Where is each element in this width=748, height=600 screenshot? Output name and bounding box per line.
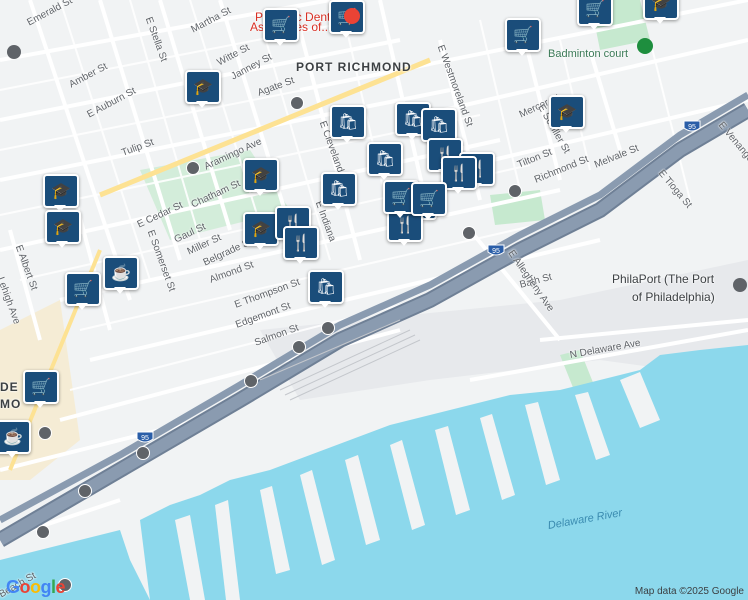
transit-stop-icon[interactable] xyxy=(78,484,92,498)
poi-dot-icon[interactable] xyxy=(7,45,21,59)
map-marker[interactable]: ☕ xyxy=(103,256,139,294)
marker-tail xyxy=(332,203,344,210)
map-label: of Philadelphia) xyxy=(632,290,715,304)
marker-tail xyxy=(114,287,126,294)
transit-stop-icon[interactable] xyxy=(36,525,50,539)
transit-stop-icon[interactable] xyxy=(38,426,52,440)
marker-tail xyxy=(560,126,572,133)
transit-stop-icon[interactable] xyxy=(462,226,476,240)
cart-icon: 🛒 xyxy=(65,272,101,306)
marker-tail xyxy=(398,239,410,246)
marker-tail xyxy=(516,49,528,56)
marker-tail xyxy=(294,257,306,264)
school-icon: 🎓 xyxy=(185,70,221,104)
map-marker[interactable]: 🎓 xyxy=(243,158,279,196)
transit-stop-icon[interactable] xyxy=(292,340,306,354)
marker-tail xyxy=(378,173,390,180)
transit-stop-icon[interactable] xyxy=(321,321,335,335)
map-label: DE xyxy=(0,380,19,394)
school-icon: 🎓 xyxy=(549,95,585,129)
park-pin-icon[interactable] xyxy=(637,38,653,54)
transit-stop-icon[interactable] xyxy=(136,446,150,460)
school-icon: 🎓 xyxy=(243,212,279,246)
port-info-icon[interactable] xyxy=(733,278,747,292)
dental-pin-icon[interactable] xyxy=(344,8,360,24)
google-logo: Google xyxy=(6,577,66,597)
marker-tail xyxy=(254,189,266,196)
map-label: MO xyxy=(0,397,22,411)
marker-tail xyxy=(422,213,434,220)
marker-tail xyxy=(56,241,68,248)
marker-tail xyxy=(34,401,46,408)
map-marker[interactable]: 🛒 xyxy=(577,0,613,30)
marker-tail xyxy=(6,451,18,458)
transit-stop-icon[interactable] xyxy=(244,374,258,388)
svg-text:95: 95 xyxy=(492,248,500,255)
map-marker[interactable]: 🛒 xyxy=(23,370,59,408)
map-marker[interactable]: 🛒 xyxy=(411,182,447,220)
map-marker[interactable]: 🎓 xyxy=(45,210,81,248)
marker-tail xyxy=(588,23,600,30)
marker-tail xyxy=(394,211,406,218)
cafe-icon: ☕ xyxy=(0,420,31,454)
interstate-95-shield-icon: 95 xyxy=(683,120,701,132)
shopping-bag-icon: 🛍 xyxy=(321,172,357,206)
map-marker[interactable]: 🛍 xyxy=(330,105,366,143)
transit-stop-icon[interactable] xyxy=(186,161,200,175)
marker-tail xyxy=(76,303,88,310)
marker-tail xyxy=(340,31,352,38)
marker-tail xyxy=(406,133,418,140)
marker-tail xyxy=(341,136,353,143)
interstate-95-shield-icon: 95 xyxy=(136,431,154,443)
map-canvas[interactable]: Emerald St Amber St E Auburn St Martha St E … xyxy=(0,0,748,600)
map-marker[interactable]: 🎓 xyxy=(185,70,221,108)
school-icon: 🎓 xyxy=(45,210,81,244)
marker-tail xyxy=(319,301,331,308)
transit-stop-icon[interactable] xyxy=(508,184,522,198)
map-marker[interactable]: 🍴 xyxy=(283,226,319,264)
map-marker[interactable]: 🛍 xyxy=(308,270,344,308)
map-marker[interactable]: 🎓 xyxy=(243,212,279,250)
map-marker[interactable]: 🎓 xyxy=(549,95,585,133)
cart-icon: 🛒 xyxy=(263,8,299,42)
cart-icon: 🛒 xyxy=(411,182,447,216)
shopping-bag-icon: 🛍 xyxy=(367,142,403,176)
shopping-bag-icon: 🛍 xyxy=(421,108,457,142)
restaurant-icon: 🍴 xyxy=(283,226,319,260)
svg-text:95: 95 xyxy=(141,435,149,442)
map-marker[interactable]: 🛒 xyxy=(505,18,541,56)
school-icon: 🎓 xyxy=(43,174,79,208)
marker-tail xyxy=(452,187,464,194)
map-attribution: Map data ©2025 Google xyxy=(634,586,744,597)
interstate-95-shield-icon: 95 xyxy=(487,244,505,256)
map-label: PhilaPort (The Port xyxy=(612,272,715,286)
shopping-bag-icon: 🛍 xyxy=(330,105,366,139)
svg-text:95: 95 xyxy=(688,124,696,131)
map-marker[interactable]: 🛍 xyxy=(321,172,357,210)
marker-tail xyxy=(274,39,286,46)
school-icon: 🎓 xyxy=(243,158,279,192)
map-label: Badminton court xyxy=(548,48,629,60)
map-label: PORT RICHMOND xyxy=(296,60,412,74)
cafe-icon: ☕ xyxy=(103,256,139,290)
map-marker[interactable]: 🛒 xyxy=(263,8,299,46)
map-marker[interactable]: ☕ xyxy=(0,420,31,458)
marker-tail xyxy=(654,17,666,24)
marker-tail xyxy=(196,101,208,108)
map-marker[interactable]: 🎓 xyxy=(643,0,679,24)
map-marker[interactable]: 🎓 xyxy=(43,174,79,212)
shopping-bag-icon: 🛍 xyxy=(308,270,344,304)
map-marker[interactable]: 🛒 xyxy=(65,272,101,310)
map-marker[interactable]: 🛍 xyxy=(367,142,403,180)
cart-icon: 🛒 xyxy=(23,370,59,404)
marker-tail xyxy=(254,243,266,250)
cart-icon: 🛒 xyxy=(505,18,541,52)
transit-stop-icon[interactable] xyxy=(290,96,304,110)
